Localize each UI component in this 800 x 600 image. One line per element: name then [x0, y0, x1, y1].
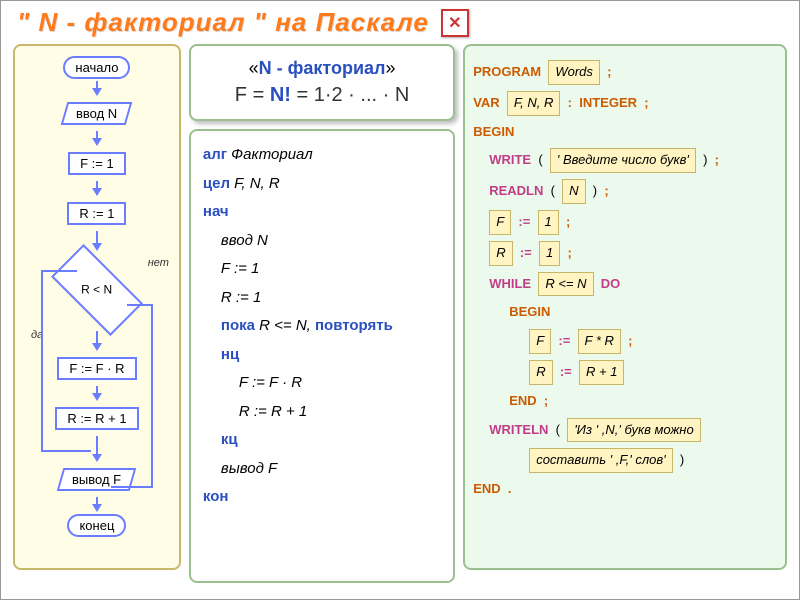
flowchart-decision: R < N	[51, 244, 143, 336]
pascal-f-init-line: F := 1 ;	[473, 210, 777, 235]
pascal-program-line: PROGRAM Words ;	[473, 60, 777, 85]
formula-box: «N - факториал» F = N! = 1·2 · ... · N	[189, 44, 455, 121]
flowchart-input: ввод N	[61, 102, 133, 125]
flowchart-panel: начало ввод N F := 1 R := 1 R < N нет да…	[13, 44, 181, 570]
algorithm-box: алг Факториал цел F, N, R нач ввод N F :…	[189, 129, 455, 583]
flowchart-start: начало	[63, 56, 130, 79]
pascal-var-line: VAR F, N, R : INTEGER ;	[473, 91, 777, 116]
pascal-write-line: WRITE ( ' Введите число букв' ) ;	[473, 148, 777, 173]
flowchart-end: конец	[67, 514, 126, 537]
slide-title: " N - факториал " на Паскале	[17, 7, 429, 38]
pascal-r-init-line: R := 1 ;	[473, 241, 777, 266]
flowchart-loop-f: F := F · R	[57, 357, 136, 380]
pascal-readln-line: READLN ( N ) ;	[473, 179, 777, 204]
pascal-panel: PROGRAM Words ; VAR F, N, R : INTEGER ; …	[463, 44, 787, 570]
flowchart-f-init: F := 1	[68, 152, 126, 175]
pascal-while-line: WHILE R <= N DO	[473, 272, 777, 297]
pascal-loop-f-line: F := F * R ;	[473, 329, 777, 354]
close-icon[interactable]: ✕	[441, 9, 469, 37]
flowchart-r-init: R := 1	[67, 202, 126, 225]
slide: " N - факториал " на Паскале ✕ начало вв…	[0, 0, 800, 600]
middle-column: «N - факториал» F = N! = 1·2 · ... · N а…	[189, 44, 455, 583]
formula-title: «N - факториал»	[199, 56, 445, 81]
flowchart-no-label: нет	[148, 257, 169, 269]
content-row: начало ввод N F := 1 R := 1 R < N нет да…	[7, 44, 793, 583]
formula-expr: F = N! = 1·2 · ... · N	[199, 81, 445, 109]
pascal-loop-r-line: R := R + 1	[473, 360, 777, 385]
flowchart: начало ввод N F := 1 R := 1 R < N нет да…	[55, 54, 139, 539]
title-row: " N - факториал " на Паскале ✕	[7, 5, 793, 44]
pascal-writeln-line: WRITELN ( 'Из ' ,N,' букв можно	[473, 418, 777, 443]
flowchart-loop-r: R := R + 1	[55, 407, 138, 430]
